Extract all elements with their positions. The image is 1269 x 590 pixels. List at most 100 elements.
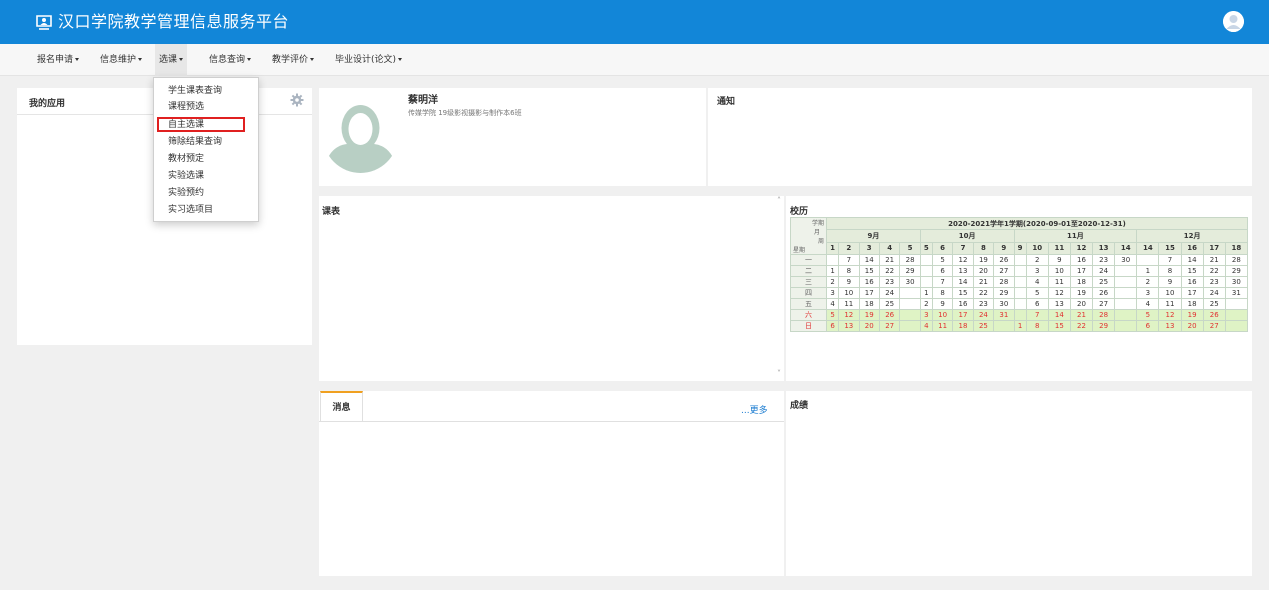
calendar-cell: 7 [838,254,860,266]
weekday-label: 四 [790,287,827,299]
calendar-cell: 26 [1202,309,1226,321]
calendar-cell: 1 [1013,320,1027,332]
week-number: 8 [972,241,995,256]
calendar-cell: 6 [1025,298,1049,310]
calendar-cell [919,254,933,266]
week-number: 1 [825,241,840,256]
calendar-cell [1013,298,1027,310]
calendar-cell: 2 [825,276,840,288]
calendar-cell: 27 [1202,320,1226,332]
calendar-cell: 21 [878,254,901,266]
calendar-cell: 10 [838,287,860,299]
calendar-cell: 27 [1092,298,1116,310]
calendar-cell: 27 [878,320,901,332]
more-link[interactable]: ...更多 [741,403,768,416]
calendar-cell: 2 [1136,276,1160,288]
messages-panel: 消息 ...更多 [319,391,784,576]
calendar-cell: 14 [858,254,880,266]
calendar-row: 六 5 12 19 26 3 10 17 24 31 7 14 21 28 5 12 19 26 [790,309,1249,321]
weekday-label: 二 [790,265,827,277]
calendar-cell: 23 [1092,254,1116,266]
divider [319,421,784,422]
calendar-cell: 1 [825,265,840,277]
calendar-cell [1114,276,1138,288]
calendar-cell: 28 [993,276,1015,288]
school-calendar-table: 学期 月 周 星期 2020-2021学年1学期(2020-09-01至2020… [790,216,1249,332]
menu-item-filter-result[interactable]: 筛除结果查询 [168,136,222,148]
calendar-cell: 30 [993,298,1015,310]
calendar-cell: 27 [993,265,1015,277]
caret-down-icon [247,58,252,61]
user-avatar-icon[interactable] [1223,11,1244,32]
calendar-cell: 12 [1047,287,1071,299]
calendar-cell: 29 [1224,265,1249,277]
calendar-cell: 14 [952,276,974,288]
week-number: 11 [1047,241,1071,256]
menu-item-pre-select[interactable]: 课程预选 [168,101,204,113]
weekday-header: 星期 [793,247,806,254]
nav-graduation-design[interactable]: 毕业设计(论文) [331,44,406,76]
calendar-cell: 22 [878,265,901,277]
menu-item-lab-booking[interactable]: 实验预约 [168,187,204,199]
main-nav: 报名申请 信息维护 选课 信息查询 教学评价 毕业设计(论文) [0,44,1269,76]
calendar-cell: 22 [1202,265,1226,277]
nav-signup[interactable]: 报名申请 [33,44,83,76]
weekday-label: 三 [790,276,827,288]
calendar-cell: 25 [972,320,995,332]
course-select-dropdown: 学生课表查询 课程预选 自主选课 筛除结果查询 教材预定 实验选课 实验预约 实… [153,77,259,222]
calendar-cell: 31 [993,309,1015,321]
student-name: 蔡明洋 [408,95,438,106]
tab-messages[interactable]: 消息 [320,391,363,422]
calendar-cell: 5 [931,254,954,266]
calendar-row: 一 7 14 21 28 5 12 19 26 2 9 16 23 30 7 14 21 28 [790,254,1249,266]
calendar-cell [919,265,933,277]
schedule-title: 课表 [322,207,341,217]
calendar-cell: 6 [1136,320,1160,332]
scroll-up-icon[interactable]: ˄ [777,196,781,205]
calendar-cell [1114,309,1138,321]
calendar-cell: 24 [878,287,901,299]
calendar-cell [1013,287,1027,299]
nav-teaching-eval[interactable]: 教学评价 [268,44,318,76]
scroll-down-icon[interactable]: ˅ [777,369,781,378]
caret-down-icon [398,58,403,61]
menu-item-internship[interactable]: 实习选项目 [168,204,213,216]
menu-item-schedule-query[interactable]: 学生课表查询 [168,85,222,97]
calendar-cell: 6 [825,320,840,332]
calendar-cell: 25 [1092,276,1116,288]
menu-item-textbook[interactable]: 教材预定 [168,153,204,165]
calendar-cell: 7 [931,276,954,288]
calendar-cell: 20 [1180,320,1204,332]
gear-icon[interactable] [290,93,304,107]
calendar-cell: 5 [825,309,840,321]
week-number: 17 [1202,241,1226,256]
calendar-cell: 30 [1224,276,1249,288]
calendar-cell: 18 [1180,298,1204,310]
calendar-cell: 19 [858,309,880,321]
calendar-cell: 2 [1025,254,1049,266]
calendar-cell: 3 [1136,287,1160,299]
weekday-label: 一 [790,254,827,266]
calendar-cell: 15 [952,287,974,299]
calendar-cell: 22 [1069,320,1094,332]
notice-panel: 通知 [708,88,1252,186]
nav-info-query[interactable]: 信息查询 [205,44,255,76]
calendar-cell: 4 [1025,276,1049,288]
calendar-cell: 14 [1047,309,1071,321]
calendar-cell: 3 [1025,265,1049,277]
menu-item-lab-select[interactable]: 实验选课 [168,170,204,182]
week-number: 15 [1158,241,1182,256]
nav-info-maintain[interactable]: 信息维护 [96,44,146,76]
calendar-cell: 5 [1025,287,1049,299]
calendar-cell [899,298,921,310]
calendar-cell: 18 [1069,276,1094,288]
calendar-row: 日 6 13 20 27 4 11 18 25 1 8 15 22 29 6 13 20 27 [790,320,1249,332]
week-number: 2 [838,241,860,256]
nav-course-select[interactable]: 选课 [155,44,188,76]
avatar [323,98,398,173]
calendar-cell: 29 [993,287,1015,299]
calendar-cell: 17 [1180,287,1204,299]
calendar-cell: 6 [931,265,954,277]
calendar-cell: 16 [1069,254,1094,266]
weekday-label: 五 [790,298,827,310]
